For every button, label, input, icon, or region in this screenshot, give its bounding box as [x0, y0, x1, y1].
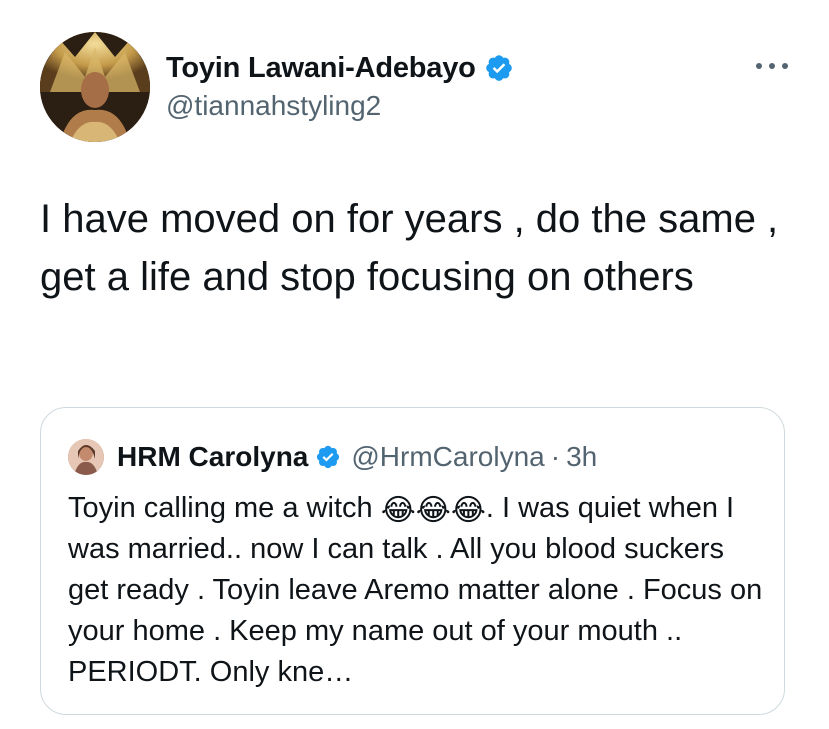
verified-badge-icon — [317, 445, 340, 469]
verified-badge-icon — [485, 55, 512, 81]
header-separator: · — [550, 441, 561, 472]
quoted-tweet-card[interactable]: HRM Carolyna @HrmCarolyna · 3h Toyin cal… — [40, 407, 785, 715]
face-with-tears-of-joy-emoji: 😂 — [415, 494, 451, 527]
quoted-tweet-timestamp[interactable]: 3h — [566, 441, 597, 473]
quoted-text-segment: Toyin calling me a witch — [68, 492, 381, 524]
author-info: Toyin Lawani-Adebayo @tiannahstyling2 — [166, 50, 514, 122]
tweet-card: Toyin Lawani-Adebayo @tiannahstyling2 I … — [0, 0, 829, 729]
quoted-tweet-header: HRM Carolyna @HrmCarolyna · 3h — [68, 439, 597, 475]
author-avatar[interactable] — [40, 32, 150, 142]
author-name-row: Toyin Lawani-Adebayo — [166, 50, 514, 86]
quoted-author-handle[interactable]: @HrmCarolyna — [351, 441, 544, 473]
author-display-name[interactable]: Toyin Lawani-Adebayo — [166, 52, 476, 85]
more-horizontal-icon — [756, 63, 788, 69]
author-handle[interactable]: @tiannahstyling2 — [166, 90, 514, 122]
more-options-button[interactable] — [752, 54, 792, 78]
face-with-tears-of-joy-emoji: 😂 — [450, 494, 486, 527]
tweet-body-text: I have moved on for years , do the same … — [40, 197, 790, 299]
quoted-author-display-name[interactable]: HRM Carolyna — [117, 441, 308, 473]
quoted-tweet-body-text: Toyin calling me a witch 😂😂😂. I was quie… — [68, 488, 768, 693]
face-with-tears-of-joy-emoji: 😂 — [380, 494, 416, 527]
quoted-author-avatar[interactable] — [68, 439, 104, 475]
